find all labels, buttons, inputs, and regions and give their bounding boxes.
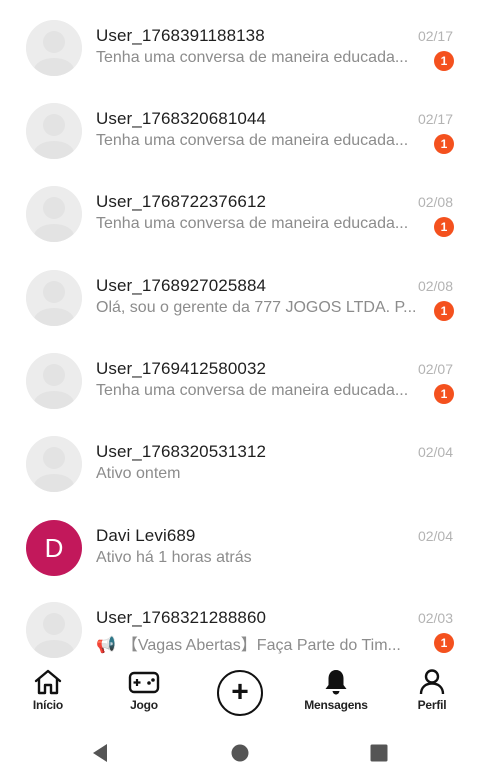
chat-preview: Ativo há 1 horas atrás bbox=[96, 549, 252, 566]
chat-row[interactable]: User_1768320681044 02/17 Tenha uma conve… bbox=[0, 83, 480, 167]
chat-row[interactable]: D Davi Levi689 02/04 Ativo há 1 horas at… bbox=[0, 500, 480, 584]
chat-row[interactable]: User_1768320531312 02/04 Ativo ontem bbox=[0, 416, 480, 500]
plus-circle-icon: + bbox=[231, 675, 249, 709]
home-icon bbox=[34, 669, 62, 695]
chat-name: User_1768320681044 bbox=[96, 109, 267, 128]
chat-row[interactable]: User_1768391188138 02/17 Tenha uma conve… bbox=[0, 0, 480, 84]
chat-date: 02/04 bbox=[417, 528, 453, 544]
system-nav-bar bbox=[0, 722, 480, 782]
unread-badge: 1 bbox=[434, 217, 454, 237]
unread-badge: 1 bbox=[434, 134, 454, 154]
chat-name: User_1768722376612 bbox=[96, 192, 267, 211]
recents-square-icon[interactable] bbox=[368, 742, 390, 764]
chat-preview: Tenha uma conversa de maneira educada... bbox=[96, 49, 409, 66]
chat-date: 02/07 bbox=[417, 361, 453, 377]
chat-row[interactable]: User_1769412580032 02/07 Tenha uma conve… bbox=[0, 333, 480, 417]
back-triangle-icon[interactable] bbox=[90, 742, 112, 764]
bell-icon bbox=[325, 670, 347, 695]
chat-preview-text: 【Vagas Abertas】Faça Parte do Tim... bbox=[121, 637, 401, 654]
chat-row[interactable]: User_1768321288860 02/03 📢 【Vagas Abertas… bbox=[0, 582, 480, 660]
chat-name: User_1768927025884 bbox=[96, 276, 267, 295]
default-avatar-icon[interactable] bbox=[26, 270, 82, 326]
chat-date: 02/03 bbox=[417, 610, 453, 626]
chat-name: User_1768391188138 bbox=[96, 26, 265, 45]
unread-badge: 1 bbox=[434, 384, 454, 404]
tab-home-label: Início bbox=[32, 698, 64, 712]
default-avatar-icon[interactable] bbox=[26, 602, 82, 658]
chat-preview: 📢 【Vagas Abertas】Faça Parte do Tim... bbox=[96, 631, 428, 655]
home-circle-icon[interactable] bbox=[229, 742, 251, 764]
chat-date: 02/08 bbox=[417, 194, 453, 210]
chat-preview: Olá, sou o gerente da 777 JOGOS LTDA. P.… bbox=[96, 299, 417, 316]
tab-game-label: Jogo bbox=[130, 698, 158, 712]
megaphone-icon: 📢 bbox=[96, 637, 116, 654]
chat-preview: Ativo ontem bbox=[96, 465, 181, 482]
chat-row[interactable]: User_1768722376612 02/08 Tenha uma conve… bbox=[0, 166, 480, 250]
letter-avatar[interactable]: D bbox=[26, 520, 82, 576]
unread-badge: 1 bbox=[434, 633, 454, 653]
create-button[interactable]: + bbox=[217, 670, 263, 716]
tab-game[interactable]: Jogo bbox=[96, 664, 192, 720]
chat-date: 02/17 bbox=[417, 28, 453, 44]
chat-preview: Tenha uma conversa de maneira educada... bbox=[96, 215, 409, 232]
chat-name: User_1768321288860 bbox=[96, 608, 267, 627]
chat-date: 02/17 bbox=[417, 111, 453, 127]
tab-profile[interactable]: Perfil bbox=[384, 664, 480, 720]
chat-name: User_1768320531312 bbox=[96, 442, 267, 461]
tab-profile-label: Perfil bbox=[417, 698, 447, 712]
chat-date: 02/08 bbox=[417, 278, 453, 294]
chat-name: User_1769412580032 bbox=[96, 359, 267, 378]
gamepad-icon bbox=[128, 671, 160, 694]
tab-home[interactable]: Início bbox=[0, 664, 96, 720]
tab-messages-label: Mensagens bbox=[304, 698, 368, 712]
chat-preview: Tenha uma conversa de maneira educada... bbox=[96, 382, 409, 399]
chat-list: User_1768391188138 02/17 Tenha uma conve… bbox=[0, 0, 480, 660]
tab-messages[interactable]: Mensagens bbox=[288, 664, 384, 720]
default-avatar-icon[interactable] bbox=[26, 20, 82, 76]
default-avatar-icon[interactable] bbox=[26, 353, 82, 409]
chat-name: Davi Levi689 bbox=[96, 526, 196, 545]
default-avatar-icon[interactable] bbox=[26, 436, 82, 492]
chat-row[interactable]: User_1768927025884 02/08 Olá, sou o gere… bbox=[0, 250, 480, 334]
unread-badge: 1 bbox=[434, 301, 454, 321]
unread-badge: 1 bbox=[434, 51, 454, 71]
chat-preview: Tenha uma conversa de maneira educada... bbox=[96, 132, 409, 149]
default-avatar-icon[interactable] bbox=[26, 103, 82, 159]
person-icon bbox=[419, 669, 445, 695]
default-avatar-icon[interactable] bbox=[26, 186, 82, 242]
chat-date: 02/04 bbox=[417, 444, 453, 460]
